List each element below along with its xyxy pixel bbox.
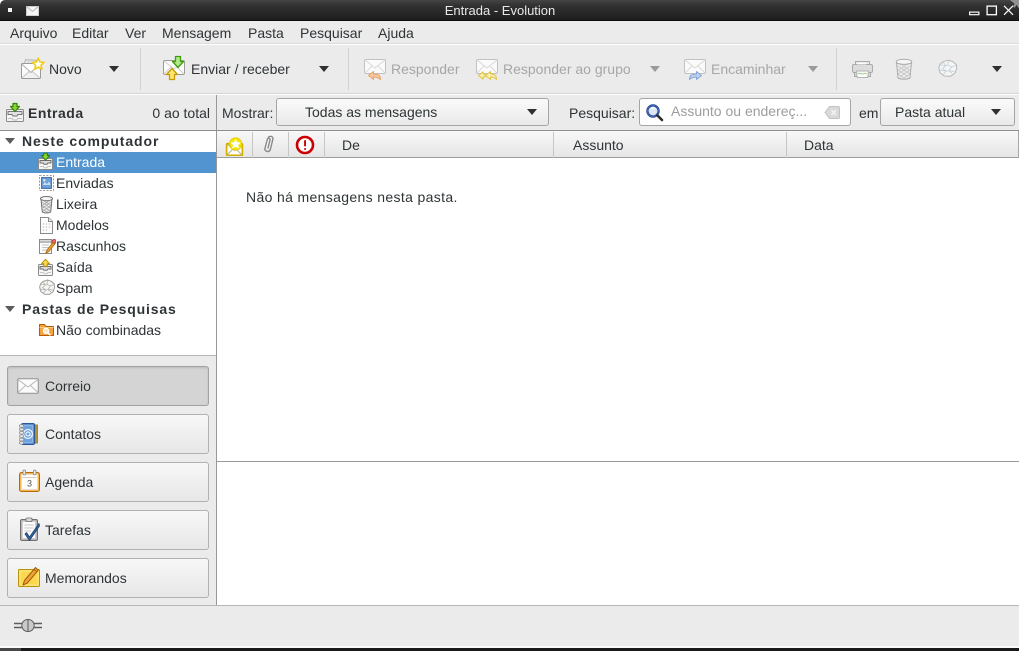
svg-text:3: 3	[27, 479, 32, 489]
